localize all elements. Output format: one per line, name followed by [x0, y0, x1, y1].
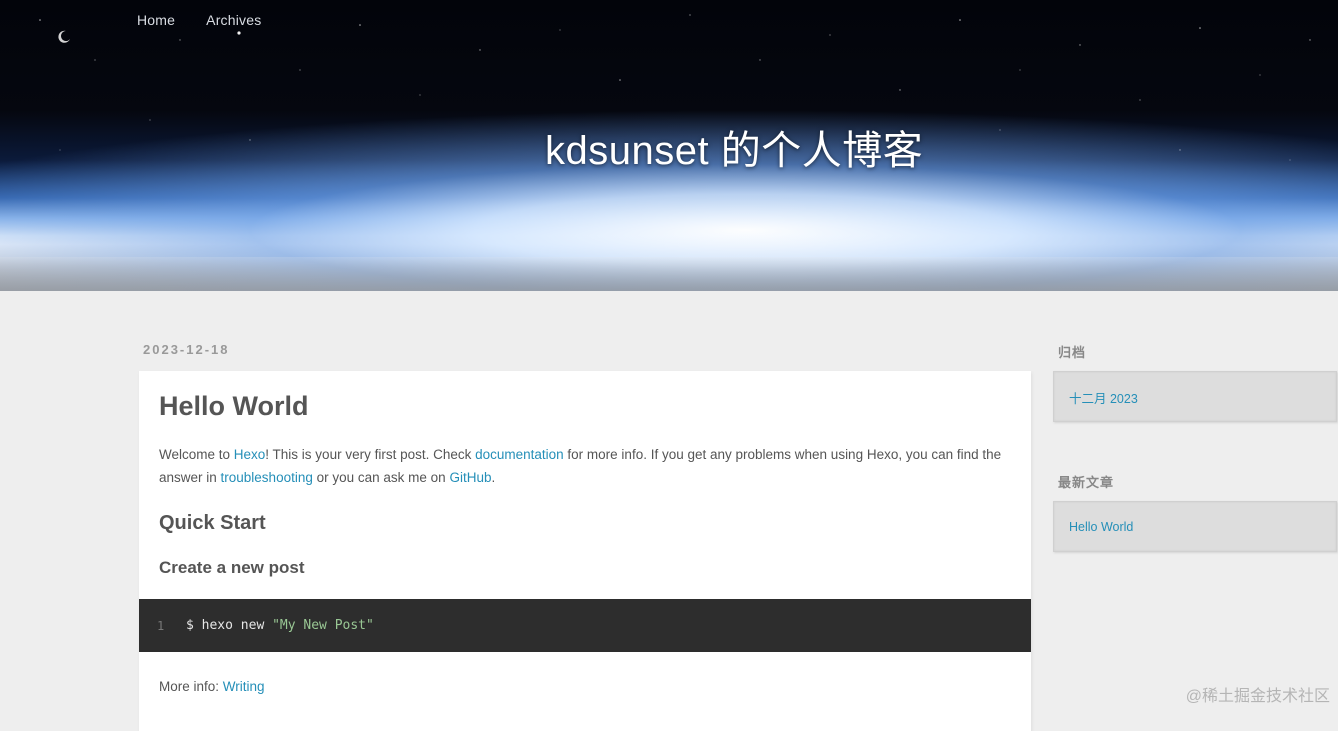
archive-month-link[interactable]: 十二月 2023: [1069, 392, 1138, 406]
sidebar-recent-box: Hello World: [1053, 501, 1337, 552]
sidebar-recent-title: 最新文章: [1058, 472, 1114, 491]
recent-post-link[interactable]: Hello World: [1069, 520, 1133, 534]
watermark: @稀土掘金技术社区: [1186, 682, 1330, 706]
moon-icon: [58, 31, 70, 43]
header-banner: Home Archives kdsunset 的个人博客: [0, 0, 1338, 291]
documentation-link[interactable]: documentation: [475, 447, 564, 462]
nav-archives-link[interactable]: Archives: [206, 12, 261, 28]
troubleshooting-link[interactable]: troubleshooting: [221, 470, 313, 485]
hexo-link[interactable]: Hexo: [234, 447, 266, 462]
more-info-label: More info:: [159, 679, 223, 694]
github-link[interactable]: GitHub: [449, 470, 491, 485]
code-line-number: 1: [139, 619, 186, 633]
post-intro: Welcome to Hexo! This is your very first…: [159, 443, 1014, 489]
nav-home-link[interactable]: Home: [137, 12, 175, 28]
post-date[interactable]: 2023-12-18: [143, 342, 230, 357]
intro-text-5: .: [491, 470, 495, 485]
more-info: More info: Writing: [159, 675, 265, 698]
site-title[interactable]: kdsunset 的个人博客: [545, 118, 923, 176]
code-block: 1 $ hexo new "My New Post": [139, 599, 1031, 652]
intro-text-4: or you can ask me on: [313, 470, 450, 485]
heading-quick-start: Quick Start: [159, 512, 266, 535]
intro-text-2: ! This is your very first post. Check: [265, 447, 475, 462]
main-nav: Home Archives: [137, 12, 292, 28]
sidebar-archive-title: 归档: [1058, 342, 1086, 361]
writing-link[interactable]: Writing: [223, 679, 265, 694]
post-title[interactable]: Hello World: [159, 391, 309, 422]
code-command: $ hexo new: [186, 618, 272, 633]
heading-create-post: Create a new post: [159, 558, 305, 578]
code-string: "My New Post": [272, 618, 374, 633]
post-article: Hello World Welcome to Hexo! This is you…: [139, 371, 1031, 731]
intro-text-1: Welcome to: [159, 447, 234, 462]
sidebar-archive-box: 十二月 2023: [1053, 371, 1337, 422]
earth-horizon: [0, 257, 1338, 291]
